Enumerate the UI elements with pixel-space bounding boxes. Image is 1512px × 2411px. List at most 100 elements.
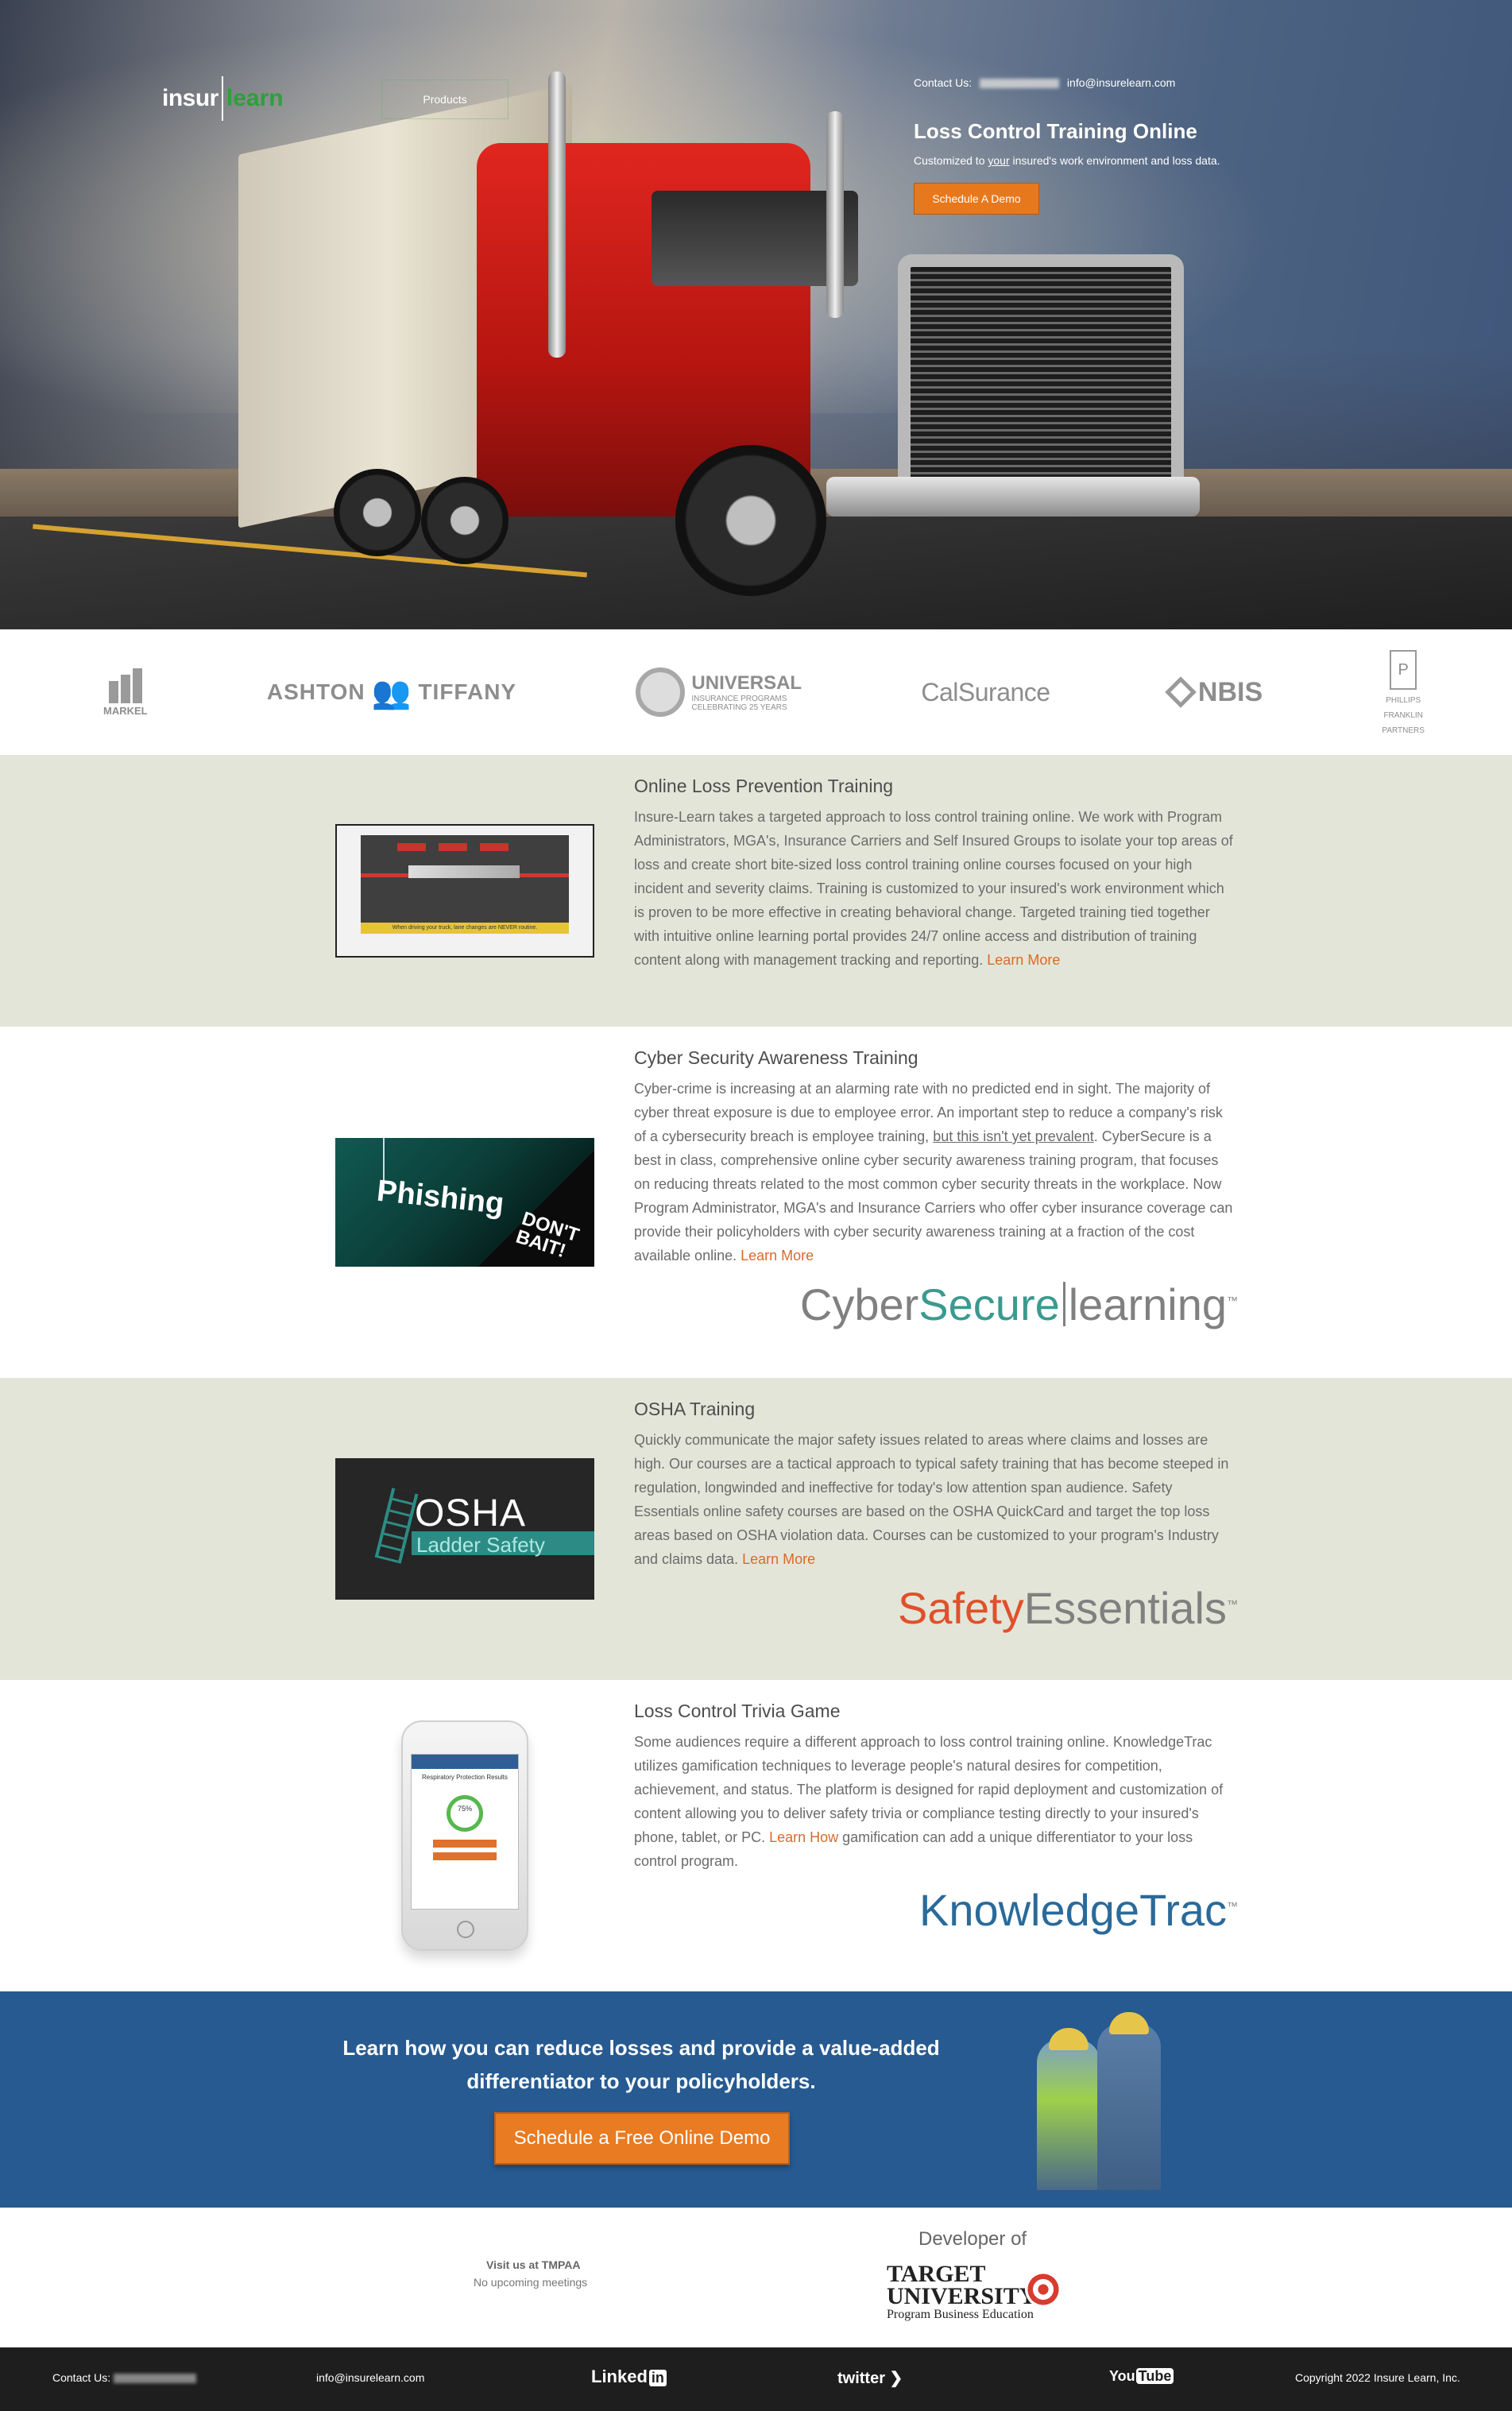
globe-icon (636, 668, 686, 717)
learn-more-link[interactable]: Learn More (742, 1551, 815, 1567)
hero-banner: insur learn Products Contact Us: info@in… (0, 0, 1512, 629)
phishing-training-image[interactable]: Phishing DON'T BAIT! (335, 1138, 594, 1267)
knowledgetrac-brand-logo: KnowledgeTrac™ (634, 1884, 1238, 1960)
logo-separator (221, 76, 223, 121)
youtube-icon[interactable]: You Tube (1109, 2368, 1174, 2385)
partner-universal-label: UNIVERSAL (691, 672, 802, 694)
site-logo[interactable]: insur learn (162, 76, 284, 121)
section-title: OSHA Training (634, 1399, 756, 1419)
logo-text-learn: learn (226, 85, 284, 111)
partner-ashton-tiffany-logo: ASHTON 👥 TIFFANY (267, 674, 516, 711)
osha-image-title: OSHA (415, 1492, 527, 1534)
section-osha: OSHA Ladder Safety OSHA Training Quickly… (0, 1378, 1512, 1680)
section-text: OSHA Training Quickly communicate the ma… (634, 1378, 1238, 1680)
partner-phillips-1: PHILLIPS (1386, 695, 1421, 705)
section-media: Respiratory Protection Results 75% (335, 1680, 594, 1991)
partner-universal-sub2: CELEBRATING 25 YEARS (691, 703, 787, 712)
footer-email-link[interactable]: info@insurelearn.com (316, 2371, 424, 2384)
partner-markel-logo: MARKEL (103, 668, 148, 717)
partner-phillips-3: PARTNERS (1382, 726, 1425, 735)
phone-button (433, 1852, 497, 1860)
partner-calsurance-logo: CalSurance (921, 678, 1050, 707)
partner-ashton-label: ASHTON (266, 679, 365, 704)
brand-part: KnowledgeTrac (918, 1885, 1227, 1935)
truck-bumper (826, 477, 1200, 517)
developer-of-label: Developer of (918, 2228, 1027, 2250)
trademark-symbol: ™ (1227, 1899, 1238, 1913)
nav-products[interactable]: Products (381, 79, 509, 119)
hard-hat-icon (1109, 2012, 1149, 2034)
brand-part: Safety (898, 1583, 1024, 1633)
partner-phillips-logo: P PHILLIPS FRANKLIN PARTNERS (1382, 649, 1425, 735)
learn-how-link[interactable]: Learn How (769, 1829, 838, 1845)
section-body: Some audiences require a different appro… (634, 1730, 1238, 1873)
label-tag (480, 843, 509, 851)
twitter-text: twitter (837, 2370, 885, 2387)
partner-phillips-2: FRANKLIN (1383, 710, 1423, 720)
monogram-icon: P (1390, 649, 1417, 690)
partner-universal-logo: UNIVERSAL INSURANCE PROGRAMS CELEBRATING… (636, 668, 802, 717)
hard-hat-icon (1049, 2028, 1089, 2050)
section-trivia-game: Respiratory Protection Results 75% Loss … (0, 1680, 1512, 1991)
construction-workers-image (1021, 2010, 1180, 2190)
people-silhouette-icon: 👥 (371, 675, 412, 710)
hero-subtitle-pre: Customized to (914, 154, 988, 167)
phone-button (433, 1840, 497, 1848)
section-body: Cyber-crime is increasing at an alarming… (634, 1077, 1238, 1267)
label-tag (439, 843, 467, 851)
truck-lane-training-image[interactable]: When driving your truck, lane changes ar… (335, 824, 594, 958)
learn-more-link[interactable]: Learn More (741, 1248, 814, 1264)
section-body-text: Insure-Learn takes a targeted approach t… (634, 809, 1233, 968)
brand-separator (1062, 1282, 1065, 1326)
truck-wheel (675, 445, 826, 596)
hero-subtitle-post: insured's work environment and loss data… (1009, 154, 1220, 167)
markel-bars-icon (108, 668, 142, 703)
section-text: Online Loss Prevention Training Insure-L… (634, 755, 1238, 1027)
phone-screen-title: Respiratory Protection Results (421, 1774, 509, 1781)
safety-essentials-brand-logo: SafetyEssentials™ (634, 1582, 1238, 1658)
phone-percent: 75% (457, 1805, 472, 1813)
section-loss-prevention: When driving your truck, lane changes ar… (0, 755, 1512, 1027)
logo-text-insur: insur (162, 85, 218, 111)
brand-part: Essentials (1023, 1583, 1227, 1633)
tu-line-3: Program Business Education (887, 2308, 1034, 2321)
footer-contact-label: Contact Us: (52, 2371, 111, 2384)
brand-part: Cyber (799, 1279, 919, 1329)
truck-grill (898, 254, 1184, 493)
label-tag (397, 843, 426, 851)
section-media: Phishing DON'T BAIT! (335, 1027, 594, 1378)
partner-markel-label: MARKEL (103, 704, 148, 717)
contact-label: Contact Us: (914, 76, 973, 89)
section-media: OSHA Ladder Safety (335, 1378, 594, 1680)
redacted-phone (980, 79, 1060, 89)
section-body: Quickly communicate the major safety iss… (634, 1428, 1238, 1571)
redacted-phone (114, 2374, 197, 2384)
linkedin-icon[interactable]: Linked in (591, 2366, 667, 2387)
site-footer: Contact Us: info@insurelearn.com Linked i… (0, 2347, 1512, 2411)
youtube-tube: Tube (1135, 2368, 1174, 2384)
hero-subtitle-underline: your (988, 154, 1010, 167)
truck-graphic (408, 865, 520, 878)
schedule-demo-button[interactable]: Schedule A Demo (914, 183, 1039, 215)
schedule-free-demo-button[interactable]: Schedule a Free Online Demo (494, 2112, 790, 2165)
partner-nbis-label: NBIS (1197, 676, 1263, 707)
cta-banner: Learn how you can reduce losses and prov… (0, 1991, 1512, 2208)
osha-ladder-image[interactable]: OSHA Ladder Safety (335, 1458, 594, 1600)
truck-exhaust-stack (548, 72, 566, 358)
twitter-icon[interactable]: twitter ❯ (837, 2368, 903, 2388)
smartphone-image[interactable]: Respiratory Protection Results 75% (401, 1720, 528, 1951)
partner-nbis-logo: NBIS (1165, 676, 1263, 708)
target-university-logo[interactable]: TARGET UNIVERSITY Program Business Educa… (887, 2262, 1061, 2322)
learn-more-link[interactable]: Learn More (987, 952, 1060, 968)
phone-app-header (412, 1755, 518, 1769)
section-text: Loss Control Trivia Game Some audiences … (634, 1680, 1238, 1991)
phone-screen: Respiratory Protection Results 75% (411, 1754, 519, 1910)
partner-logos: MARKEL ASHTON 👥 TIFFANY UNIVERSAL INSURA… (0, 629, 1512, 755)
section-title: Loss Control Trivia Game (634, 1701, 841, 1721)
contact-email-link[interactable]: info@insurelearn.com (1067, 76, 1175, 89)
home-button-icon (457, 1921, 474, 1938)
brand-part: Secure (918, 1279, 1060, 1329)
section-title: Cyber Security Awareness Training (634, 1047, 918, 1068)
youtube-you: You (1109, 2368, 1135, 2384)
phishing-word: Phishing (375, 1174, 506, 1221)
